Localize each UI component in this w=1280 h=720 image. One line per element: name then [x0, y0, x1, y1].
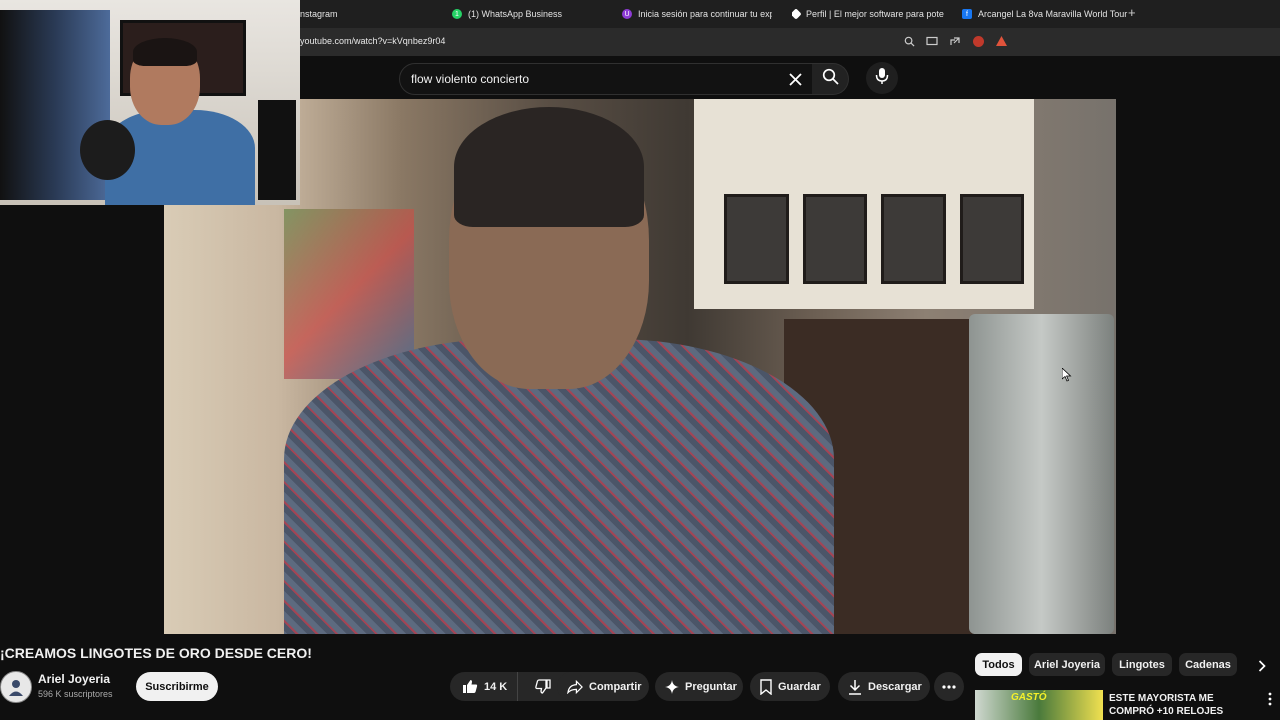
microphone-image: [80, 120, 135, 180]
chip-ariel-joyeria[interactable]: Ariel Joyeria: [1029, 653, 1105, 676]
share-page-icon[interactable]: [948, 34, 962, 48]
mouse-cursor-icon: [1061, 367, 1072, 385]
download-button[interactable]: Descargar: [838, 672, 930, 701]
video-frame-person-hair: [454, 107, 644, 227]
more-vertical-icon[interactable]: [1268, 692, 1272, 709]
tab-instagram[interactable]: nstagram: [300, 5, 420, 23]
chip-lingotes[interactable]: Lingotes: [1112, 653, 1172, 676]
video-frame-painting: [284, 209, 414, 379]
channel-avatar[interactable]: [0, 671, 32, 703]
channel-name[interactable]: Ariel Joyeria: [38, 672, 110, 686]
search-box[interactable]: flow violento concierto: [399, 63, 813, 95]
tab-login[interactable]: U Inicia sesión para continuar tu experi: [622, 5, 772, 23]
webcam-overlay: [0, 0, 300, 205]
thumbs-down-icon: [535, 679, 551, 695]
diamond-icon: [792, 8, 802, 20]
new-tab-button[interactable]: +: [1128, 5, 1136, 20]
more-horizontal-icon: [941, 679, 957, 695]
recommendation-title[interactable]: ESTE MAYORISTA ME COMPRÓ +10 RELOJES: [1109, 692, 1259, 718]
chip-todos[interactable]: Todos: [975, 653, 1022, 676]
facebook-icon: f: [962, 9, 972, 19]
share-button[interactable]: Compartir: [557, 672, 649, 701]
brave-rewards-icon[interactable]: [994, 34, 1008, 48]
tab-whatsapp[interactable]: 1 (1) WhatsApp Business: [452, 5, 602, 23]
like-button[interactable]: 14 K: [450, 672, 519, 701]
voice-search-button[interactable]: [866, 62, 898, 94]
like-count: 14 K: [484, 680, 508, 693]
share-icon: [567, 679, 583, 695]
sparkle-icon: [665, 679, 679, 695]
video-title: ¡CREAMOS LINGOTES DE ORO DESDE CERO!: [0, 645, 312, 661]
clear-search-icon[interactable]: [786, 70, 804, 88]
search-button[interactable]: [812, 63, 849, 95]
thumbs-up-icon: [462, 679, 478, 695]
save-button[interactable]: Guardar: [750, 672, 830, 701]
chevron-right-icon[interactable]: [1254, 657, 1270, 675]
subscriber-count: 596 K suscriptores: [38, 689, 113, 699]
more-actions-button[interactable]: [934, 672, 964, 701]
purple-shield-icon: U: [622, 9, 632, 19]
microphone-icon: [875, 67, 889, 90]
subscribe-button[interactable]: Suscribirme: [136, 672, 218, 701]
search-icon: [822, 68, 839, 90]
bookmark-icon: [760, 678, 772, 695]
video-player[interactable]: [164, 99, 1116, 634]
extension-icon[interactable]: [971, 34, 985, 48]
chip-cadenas[interactable]: Cadenas: [1179, 653, 1237, 676]
recommendation-thumbnail[interactable]: GASTÓ: [975, 690, 1103, 720]
search-input[interactable]: flow violento concierto: [411, 72, 529, 86]
tab-perfil[interactable]: Perfil | El mejor software para potenc: [792, 5, 944, 23]
ask-button[interactable]: Preguntar: [655, 672, 743, 701]
address-bar-icons: [902, 34, 1008, 48]
cast-icon[interactable]: [925, 34, 939, 48]
whatsapp-icon: 1: [452, 9, 462, 19]
download-icon: [848, 679, 862, 695]
zoom-icon[interactable]: [902, 34, 916, 48]
tab-arcangel[interactable]: f Arcangel La 8va Maravilla World Tour ✕: [962, 5, 1132, 23]
video-frame-pictures: [724, 194, 1024, 284]
url-field[interactable]: youtube.com/watch?v=kVqnbez9r04: [300, 36, 445, 46]
video-frame-machine: [969, 314, 1114, 634]
thumbnail-text: GASTÓ: [1011, 692, 1047, 703]
